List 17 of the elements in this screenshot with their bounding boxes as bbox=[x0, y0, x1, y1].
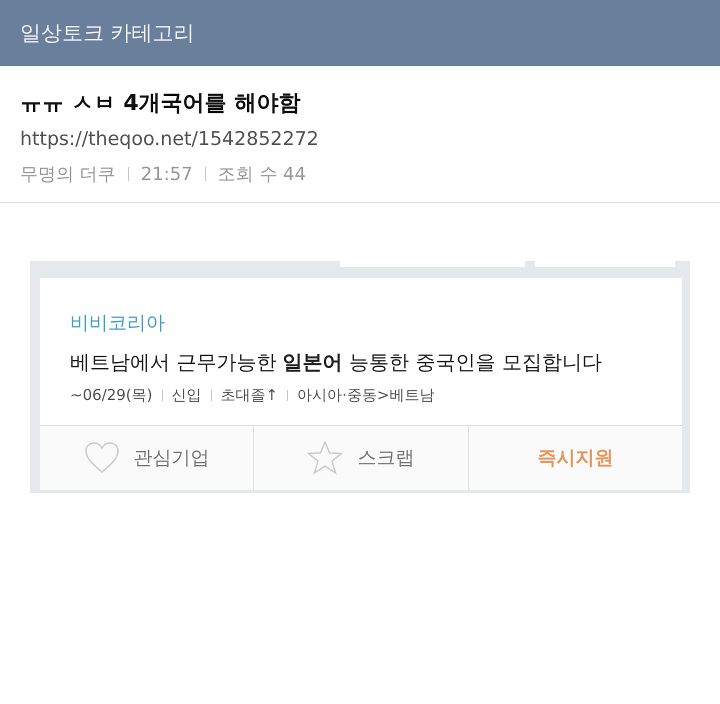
post-meta: 21:57 bbox=[140, 164, 193, 184]
job-title[interactable]: 베트남에서 근무가능한 일본어 능통한 중국인을 모집합니다 bbox=[70, 346, 652, 378]
post-meta: 무명의 더쿠 bbox=[20, 163, 116, 186]
job-detail: 초대졸↑ bbox=[220, 386, 278, 405]
job-detail: 아시아·중동>베트남 bbox=[297, 386, 434, 405]
category-title: 일상토크 카테고리 bbox=[20, 20, 195, 47]
job-detail: 신입 bbox=[172, 386, 202, 405]
star-icon bbox=[307, 441, 344, 475]
job-detail: ~06/29(목) bbox=[70, 386, 152, 405]
heart-icon bbox=[84, 442, 120, 474]
apply-button[interactable]: 즉시지원 bbox=[468, 426, 682, 490]
favorite-button[interactable]: 관심기업 bbox=[40, 426, 254, 490]
post-link[interactable]: https://theqoo.net/1542852272 bbox=[20, 128, 700, 150]
post-title: ㅠㅠ ㅅㅂ 4개국어를 해야함 bbox=[20, 90, 302, 118]
post-meta: 조회 수 44 bbox=[218, 163, 306, 186]
company-name[interactable]: 비비코리아 bbox=[70, 310, 652, 336]
scrap-button[interactable]: 스크랩 bbox=[253, 426, 468, 490]
